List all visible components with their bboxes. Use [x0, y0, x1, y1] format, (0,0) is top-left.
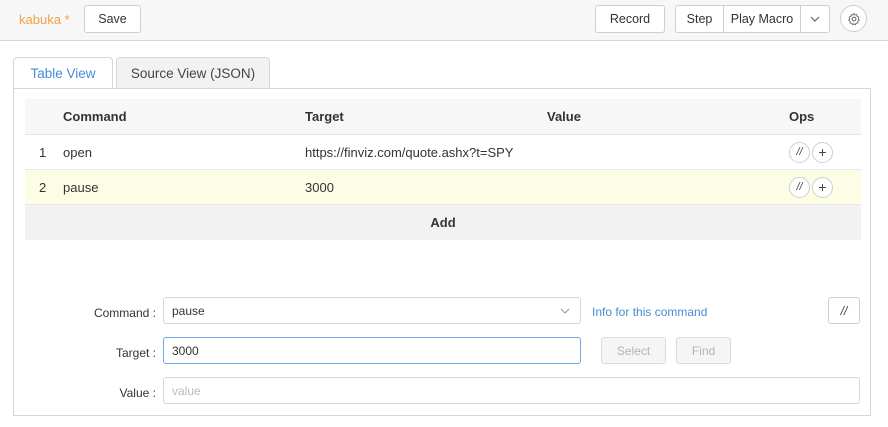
row-command: pause — [63, 179, 99, 195]
command-select[interactable]: pause — [163, 297, 581, 324]
value-label: Value : — [119, 386, 156, 400]
command-info-link[interactable]: Info for this command — [592, 305, 707, 319]
command-table: Command Target Value Ops 1 open https://… — [25, 99, 861, 240]
settings-button[interactable] — [840, 5, 867, 32]
play-macro-button[interactable]: Play Macro — [724, 6, 801, 32]
command-label: Command : — [93, 306, 156, 320]
toggle-comment-button[interactable]: // — [828, 297, 860, 324]
header-target: Target — [305, 109, 344, 124]
chevron-down-icon — [560, 308, 570, 314]
play-options-dropdown[interactable] — [801, 6, 829, 32]
header-ops: Ops — [789, 109, 815, 124]
target-label: Target : — [115, 346, 156, 360]
insert-row-button[interactable]: + — [812, 141, 833, 163]
table-row[interactable]: 2 pause 3000 // + — [25, 170, 861, 205]
add-command-button[interactable]: Add — [25, 205, 861, 240]
row-target: 3000 — [305, 179, 334, 195]
table-row[interactable]: 1 open https://finviz.com/quote.ashx?t=S… — [25, 135, 861, 170]
command-select-value: pause — [172, 303, 205, 318]
find-button[interactable]: Find — [676, 337, 731, 364]
tab-source-view[interactable]: Source View (JSON) — [116, 57, 270, 88]
row-index: 2 — [39, 179, 47, 195]
table-header: Command Target Value Ops — [25, 99, 861, 135]
macro-name: kabuka * — [19, 12, 70, 27]
row-ops: // + — [789, 135, 835, 169]
target-input[interactable] — [163, 337, 581, 364]
toolbar: kabuka * Save Record Step Play Macro — [0, 0, 888, 41]
row-command: open — [63, 144, 92, 160]
row-target: https://finviz.com/quote.ashx?t=SPY — [305, 144, 514, 160]
select-button[interactable]: Select — [601, 337, 666, 364]
insert-row-button[interactable]: + — [812, 176, 833, 198]
save-button[interactable]: Save — [84, 5, 141, 33]
step-button[interactable]: Step — [676, 6, 724, 32]
row-ops: // + — [789, 170, 835, 204]
tab-table-view[interactable]: Table View — [13, 57, 113, 89]
chevron-down-icon — [810, 16, 820, 22]
header-command: Command — [63, 109, 127, 124]
comment-out-button[interactable]: // — [789, 176, 810, 198]
header-value: Value — [547, 109, 581, 124]
gear-icon — [847, 12, 860, 25]
comment-out-button[interactable]: // — [789, 141, 810, 163]
value-input[interactable] — [163, 377, 860, 404]
record-button[interactable]: Record — [595, 5, 665, 33]
play-button-group: Step Play Macro — [675, 5, 830, 33]
row-index: 1 — [39, 144, 47, 160]
